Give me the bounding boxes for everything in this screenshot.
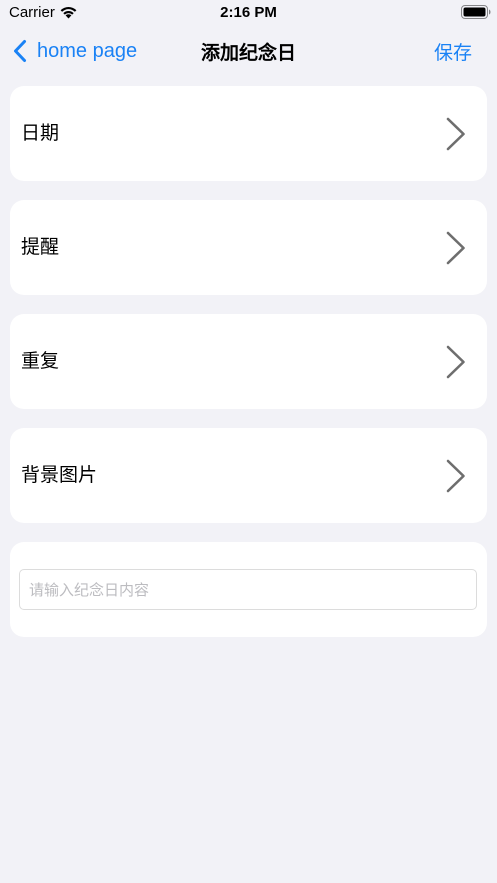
- date-row-label: 日期: [21, 122, 60, 144]
- chevron-right-icon: [446, 231, 465, 265]
- background-image-row-label: 背景图片: [21, 464, 98, 486]
- chevron-right-icon: [446, 459, 465, 493]
- battery-icon: [461, 5, 491, 19]
- anniversary-content-input[interactable]: [19, 569, 477, 610]
- navigation-bar: home page 添加纪念日 保存: [0, 26, 497, 76]
- background-image-row[interactable]: 背景图片: [10, 428, 487, 523]
- status-time: 2:16 PM: [220, 4, 277, 21]
- reminder-row[interactable]: 提醒: [10, 200, 487, 295]
- page-title: 添加纪念日: [200, 42, 296, 64]
- repeat-row[interactable]: 重复: [10, 314, 487, 409]
- date-row[interactable]: 日期: [10, 86, 487, 181]
- reminder-row-label: 提醒: [21, 236, 60, 258]
- content-input-card: [10, 542, 487, 637]
- repeat-row-label: 重复: [21, 350, 60, 372]
- chevron-right-icon: [446, 345, 465, 379]
- save-button[interactable]: 保存: [434, 38, 472, 65]
- chevron-right-icon: [446, 117, 465, 151]
- status-bar: Carrier 2:16 PM: [0, 0, 497, 26]
